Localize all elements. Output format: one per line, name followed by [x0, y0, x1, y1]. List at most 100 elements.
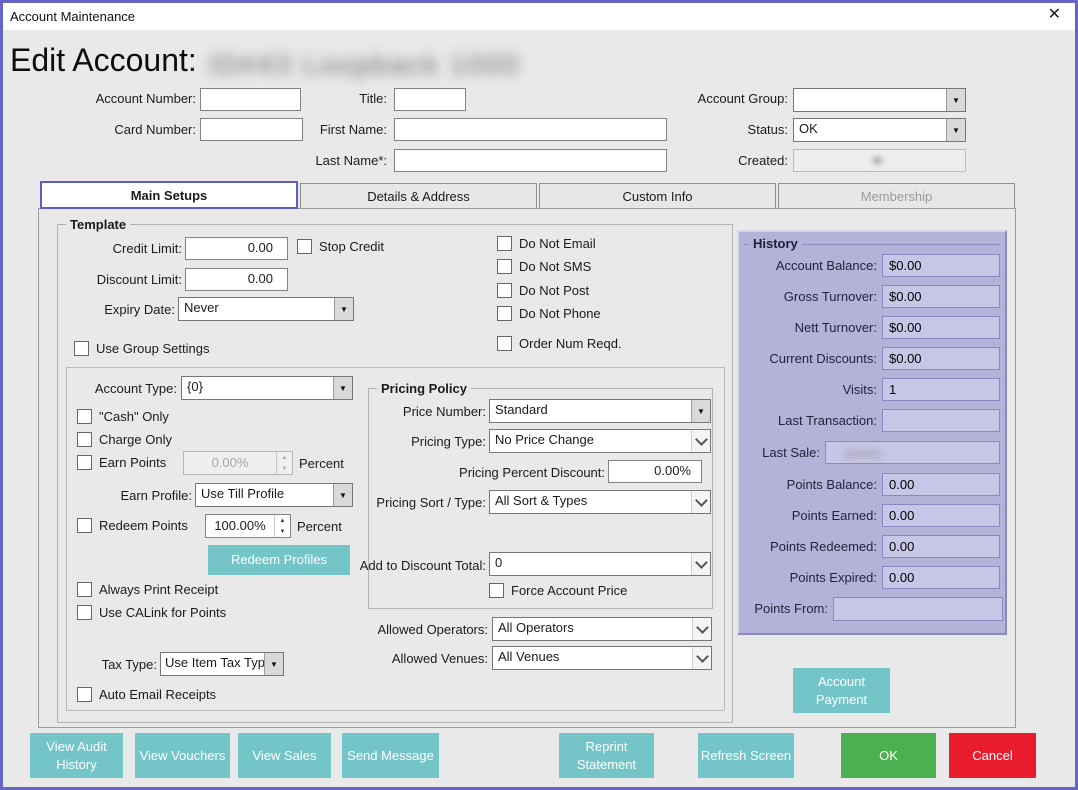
- account-payment-button[interactable]: Account Payment: [793, 668, 890, 713]
- checkbox-box[interactable]: [77, 518, 92, 533]
- checkbox-box[interactable]: [497, 336, 512, 351]
- checkbox-box[interactable]: [77, 582, 92, 597]
- send-message-button[interactable]: Send Message: [342, 733, 439, 778]
- history-title: History: [749, 236, 802, 251]
- view-vouchers-button[interactable]: View Vouchers: [135, 733, 230, 778]
- order-num-reqd-checkbox[interactable]: Order Num Reqd.: [497, 336, 622, 351]
- expiry-date-combo[interactable]: Never ▼: [178, 297, 354, 321]
- stop-credit-checkbox[interactable]: Stop Credit: [297, 239, 384, 254]
- history-row-value: $0.00: [882, 254, 1000, 277]
- chevron-down-icon[interactable]: [691, 430, 710, 452]
- redeem-points-spinner[interactable]: 100.00% ▲ ▼: [205, 514, 291, 538]
- card-number-field[interactable]: [200, 118, 303, 141]
- dropdown-arrow-icon[interactable]: ▼: [691, 400, 710, 422]
- redeem-profiles-button[interactable]: Redeem Profiles: [208, 545, 350, 575]
- discount-limit-label: Discount Limit:: [62, 272, 182, 287]
- tab-details-address[interactable]: Details & Address: [300, 183, 537, 209]
- checkbox-box[interactable]: [77, 605, 92, 620]
- allowed-venues-combo[interactable]: All Venues: [492, 646, 712, 670]
- checkbox-label: Charge Only: [99, 432, 172, 447]
- cancel-button[interactable]: Cancel: [949, 733, 1036, 778]
- history-row-label: Gross Turnover:: [745, 289, 877, 304]
- chevron-down-icon[interactable]: [691, 553, 710, 575]
- spinner-up-icon[interactable]: ▲: [275, 515, 290, 526]
- account-group-combo[interactable]: ▼: [793, 88, 966, 112]
- history-row-value: 1: [882, 378, 1000, 401]
- account-group-label: Account Group:: [640, 91, 788, 106]
- reprint-statement-button[interactable]: Reprint Statement: [559, 733, 654, 778]
- cash-only-checkbox[interactable]: "Cash" Only: [77, 409, 169, 424]
- tab-custom-info[interactable]: Custom Info: [539, 183, 776, 209]
- refresh-screen-button[interactable]: Refresh Screen: [698, 733, 794, 778]
- do-not-phone-checkbox[interactable]: Do Not Phone: [497, 306, 601, 321]
- do-not-email-checkbox[interactable]: Do Not Email: [497, 236, 596, 251]
- checkbox-box[interactable]: [497, 306, 512, 321]
- price-number-combo[interactable]: Standard ▼: [489, 399, 711, 423]
- charge-only-checkbox[interactable]: Charge Only: [77, 432, 172, 447]
- earn-percent-suffix: Percent: [299, 456, 359, 471]
- template-groupbox-title: Template: [66, 217, 130, 232]
- checkbox-box[interactable]: [77, 687, 92, 702]
- pricing-sort-type-combo[interactable]: All Sort & Types: [489, 490, 711, 514]
- checkbox-box[interactable]: [297, 239, 312, 254]
- do-not-post-checkbox[interactable]: Do Not Post: [497, 283, 589, 298]
- earn-profile-combo[interactable]: Use Till Profile ▼: [195, 483, 353, 507]
- checkbox-box[interactable]: [77, 455, 92, 470]
- price-number-label: Price Number:: [386, 404, 486, 419]
- tax-type-combo[interactable]: Use Item Tax Type ▼: [160, 652, 284, 676]
- use-group-settings-checkbox[interactable]: Use Group Settings: [74, 341, 209, 356]
- auto-email-receipts-checkbox[interactable]: Auto Email Receipts: [77, 687, 216, 702]
- title-bar[interactable]: Account Maintenance ✕: [3, 3, 1075, 30]
- checkbox-box[interactable]: [77, 409, 92, 424]
- chevron-down-icon[interactable]: [691, 491, 710, 513]
- discount-limit-field[interactable]: 0.00: [185, 268, 288, 291]
- view-sales-button[interactable]: View Sales: [238, 733, 331, 778]
- title-field[interactable]: [394, 88, 466, 111]
- allowed-venues-label: Allowed Venues:: [340, 651, 488, 666]
- dropdown-arrow-icon[interactable]: ▼: [333, 377, 352, 399]
- allowed-operators-value: All Operators: [493, 618, 692, 640]
- checkbox-box[interactable]: [497, 236, 512, 251]
- chevron-down-icon[interactable]: [692, 618, 711, 640]
- chevron-down-icon[interactable]: [692, 647, 711, 669]
- checkbox-box[interactable]: [74, 341, 89, 356]
- credit-limit-label: Credit Limit:: [62, 241, 182, 256]
- checkbox-box[interactable]: [497, 283, 512, 298]
- pricing-percent-discount-field[interactable]: 0.00%: [608, 460, 702, 483]
- do-not-sms-checkbox[interactable]: Do Not SMS: [497, 259, 591, 274]
- first-name-field[interactable]: [394, 118, 667, 141]
- dropdown-arrow-icon[interactable]: ▼: [264, 653, 283, 675]
- pricing-type-combo[interactable]: No Price Change: [489, 429, 711, 453]
- checkbox-label: Order Num Reqd.: [519, 336, 622, 351]
- dropdown-arrow-icon[interactable]: ▼: [334, 298, 353, 320]
- history-row-value: 0.00: [882, 473, 1000, 496]
- account-type-combo[interactable]: {0} ▼: [181, 376, 353, 400]
- checkbox-box[interactable]: [497, 259, 512, 274]
- view-audit-history-button[interactable]: View Audit History: [30, 733, 123, 778]
- account-number-field[interactable]: [200, 88, 301, 111]
- last-name-field[interactable]: [394, 149, 667, 172]
- tab-main-setups[interactable]: Main Setups: [40, 181, 298, 209]
- checkbox-label: Do Not SMS: [519, 259, 591, 274]
- add-to-discount-total-combo[interactable]: 0: [489, 552, 711, 576]
- checkbox-box[interactable]: [77, 432, 92, 447]
- redeem-points-checkbox[interactable]: Redeem Points: [77, 518, 188, 533]
- page-title: Edit Account:: [10, 42, 197, 79]
- dropdown-arrow-icon[interactable]: ▼: [333, 484, 352, 506]
- checkbox-label: Do Not Post: [519, 283, 589, 298]
- close-icon[interactable]: ✕: [1048, 7, 1061, 23]
- tab-label: Details & Address: [367, 189, 470, 204]
- allowed-operators-combo[interactable]: All Operators: [492, 617, 712, 641]
- checkbox-box[interactable]: [489, 583, 504, 598]
- status-combo[interactable]: OK ▼: [793, 118, 966, 142]
- spinner-down-icon[interactable]: ▼: [275, 526, 290, 537]
- dropdown-arrow-icon[interactable]: ▼: [946, 89, 965, 111]
- history-row-label: Current Discounts:: [745, 351, 877, 366]
- dropdown-arrow-icon[interactable]: ▼: [946, 119, 965, 141]
- earn-points-checkbox[interactable]: Earn Points: [77, 455, 166, 470]
- credit-limit-field[interactable]: 0.00: [185, 237, 288, 260]
- force-account-price-checkbox[interactable]: Force Account Price: [489, 583, 627, 598]
- use-calink-checkbox[interactable]: Use CALink for Points: [77, 605, 226, 620]
- ok-button[interactable]: OK: [841, 733, 936, 778]
- always-print-receipt-checkbox[interactable]: Always Print Receipt: [77, 582, 218, 597]
